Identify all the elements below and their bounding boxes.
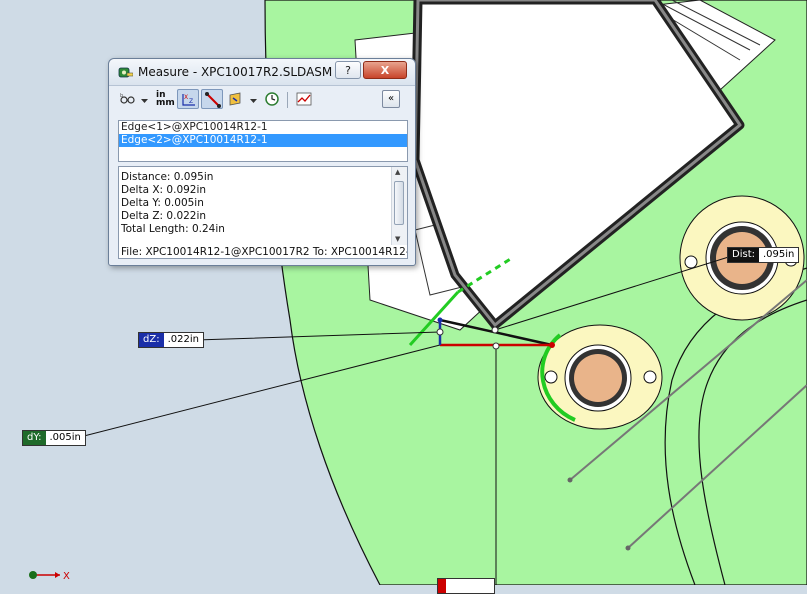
xyz-measure-button[interactable]: X Z (177, 89, 199, 109)
dialog-titlebar[interactable]: Measure - XPC10017R2.SLDASM ? X (109, 59, 415, 86)
result-delta-x: Delta X: 0.092in (121, 184, 207, 196)
results-scrollbar[interactable]: ▲ ▼ (391, 167, 407, 245)
units-precision-button[interactable]: in mm (153, 89, 175, 109)
axis-x-label: X (63, 571, 70, 582)
measure-point (436, 328, 444, 336)
measure-point (492, 342, 500, 350)
create-sensor-button[interactable] (293, 89, 315, 109)
scroll-thumb[interactable] (394, 181, 404, 225)
result-delta-z: Delta Z: 0.022in (121, 210, 207, 222)
list-item[interactable]: Edge<2>@XPC10014R12-1 (119, 134, 407, 147)
delta-y-callout[interactable]: dY: .005in (22, 430, 86, 446)
close-button[interactable]: X (363, 61, 407, 79)
callout-value: .005in (49, 432, 81, 443)
selection-list[interactable]: Edge<1>@XPC10014R12-1 Edge<2>@XPC10014R1… (118, 120, 408, 162)
scroll-up-icon[interactable]: ▲ (395, 168, 400, 176)
svg-text:X: X (184, 94, 188, 101)
arc-circle-options-button[interactable]: b (117, 89, 139, 109)
measure-point (491, 326, 499, 334)
delta-z-callout[interactable]: dZ: .022in (138, 332, 204, 348)
callout-key: Dist: (728, 248, 759, 262)
chevron-down-icon[interactable] (141, 99, 148, 104)
point-to-point-icon (205, 92, 221, 108)
help-button[interactable]: ? (335, 61, 361, 79)
callout-value: .022in (167, 334, 199, 345)
sensor-graph-icon (296, 92, 312, 106)
measure-dialog[interactable]: Measure - XPC10017R2.SLDASM ? X b in mm … (108, 58, 416, 266)
measure-point (437, 317, 443, 323)
point-to-point-button[interactable] (201, 89, 223, 109)
chevron-down-icon[interactable] (250, 99, 257, 104)
rib-point (625, 545, 631, 551)
collapse-button[interactable]: « (382, 90, 400, 108)
callout-key (438, 579, 446, 593)
result-delta-y: Delta Y: 0.005in (121, 197, 204, 209)
axis-triad (29, 571, 60, 579)
callout-key: dY: (23, 431, 46, 445)
xyz-axes-icon: X Z (182, 94, 195, 106)
result-file-line: File: XPC10014R12-1@XPC10017R2 To: XPC10… (121, 246, 408, 258)
projection-button[interactable] (225, 89, 247, 109)
arc-options-icon: b (120, 93, 135, 104)
measurement-history-button[interactable] (261, 89, 283, 109)
measure-point (549, 342, 555, 348)
history-clock-icon (265, 92, 279, 106)
measure-toolbar: b in mm X Z (109, 86, 415, 114)
list-item[interactable]: Edge<1>@XPC10014R12-1 (119, 121, 407, 134)
hub-lower[interactable] (537, 324, 663, 430)
result-total-length: Total Length: 0.24in (121, 223, 225, 235)
callout-value: .095in (762, 249, 795, 260)
dialog-title: Measure - XPC10017R2.SLDASM (138, 65, 333, 79)
units-bottom-label: mm (156, 98, 175, 108)
scroll-down-icon[interactable]: ▼ (395, 235, 400, 243)
svg-text:Z: Z (189, 98, 193, 105)
delta-x-callout[interactable] (437, 578, 495, 594)
callout-value (446, 579, 454, 593)
distance-callout[interactable]: Dist: .095in (727, 247, 800, 263)
results-panel[interactable]: Distance: 0.095in Delta X: 0.092in Delta… (118, 166, 408, 259)
tape-measure-icon (118, 67, 133, 78)
result-distance: Distance: 0.095in (121, 171, 214, 183)
projection-icon (229, 92, 241, 106)
rib-point (567, 477, 573, 483)
toolbar-separator (287, 92, 288, 108)
callout-key: dZ: (139, 333, 164, 347)
